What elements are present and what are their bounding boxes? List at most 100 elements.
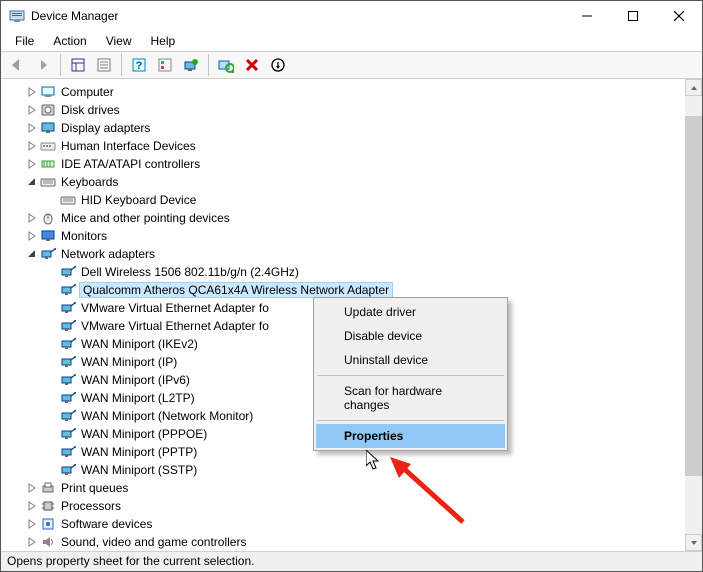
- tree-item[interactable]: Disk drives: [25, 101, 685, 119]
- expand-icon[interactable]: [25, 211, 39, 225]
- printer-icon: [40, 480, 56, 496]
- sound-icon: [40, 534, 56, 550]
- tree-item[interactable]: Computer: [25, 83, 685, 101]
- menu-separator: [317, 420, 504, 421]
- statusbar: Opens property sheet for the current sel…: [1, 551, 702, 571]
- tree-item-label: VMware Virtual Ethernet Adapter fo: [80, 301, 270, 315]
- expand-icon[interactable]: [25, 121, 39, 135]
- expand-icon[interactable]: [25, 139, 39, 153]
- tree-item[interactable]: IDE ATA/ATAPI controllers: [25, 155, 685, 173]
- tree-item-label: Network adapters: [60, 247, 156, 261]
- menu-help[interactable]: Help: [143, 32, 184, 50]
- tree-item[interactable]: Print queues: [25, 479, 685, 497]
- tree-item-label: Monitors: [60, 229, 108, 243]
- collapse-icon[interactable]: [25, 175, 39, 189]
- mouse-icon: [40, 210, 56, 226]
- soft-icon: [40, 516, 56, 532]
- scroll-thumb[interactable]: [685, 116, 702, 476]
- tree-item-label: Qualcomm Atheros QCA61x4A Wireless Netwo…: [79, 282, 393, 298]
- tree-item[interactable]: Processors: [25, 497, 685, 515]
- expand-icon[interactable]: [25, 481, 39, 495]
- expand-icon[interactable]: [25, 229, 39, 243]
- window-controls: [564, 1, 702, 31]
- collapse-icon[interactable]: [25, 247, 39, 261]
- tree-item-label: VMware Virtual Ethernet Adapter fo: [80, 319, 270, 333]
- tree-item-label: Dell Wireless 1506 802.11b/g/n (2.4GHz): [80, 265, 300, 279]
- tree-item-label: Display adapters: [60, 121, 151, 135]
- update-driver-button[interactable]: [179, 53, 203, 77]
- svg-text:?: ?: [136, 60, 143, 72]
- menu-separator: [317, 375, 504, 376]
- expand-icon[interactable]: [25, 535, 39, 549]
- tree-item-label: WAN Miniport (IP): [80, 355, 178, 369]
- context-menu-item[interactable]: Uninstall device: [316, 348, 505, 372]
- expand-icon[interactable]: [25, 103, 39, 117]
- tree-item[interactable]: Dell Wireless 1506 802.11b/g/n (2.4GHz): [45, 263, 685, 281]
- device-manager-window: Device Manager File Action View Help ? C…: [0, 0, 703, 572]
- net-icon: [60, 462, 76, 478]
- tree-item[interactable]: Network adapters: [25, 245, 685, 263]
- titlebar: Device Manager: [1, 1, 702, 31]
- properties-button[interactable]: [92, 53, 116, 77]
- expand-icon[interactable]: [25, 499, 39, 513]
- close-button[interactable]: [656, 1, 702, 31]
- help-button[interactable]: ?: [127, 53, 151, 77]
- tree-item[interactable]: Monitors: [25, 227, 685, 245]
- context-menu: Update driverDisable deviceUninstall dev…: [313, 297, 508, 451]
- net-icon: [60, 408, 76, 424]
- tree-item-label: WAN Miniport (Network Monitor): [80, 409, 254, 423]
- tree-item[interactable]: Human Interface Devices: [25, 137, 685, 155]
- disable-button[interactable]: [266, 53, 290, 77]
- net-icon: [60, 300, 76, 316]
- scroll-down-button[interactable]: [685, 534, 702, 551]
- maximize-button[interactable]: [610, 1, 656, 31]
- tree-item-label: Print queues: [60, 481, 129, 495]
- ide-icon: [40, 156, 56, 172]
- net-icon: [60, 444, 76, 460]
- keyboard-icon: [40, 174, 56, 190]
- tree-item[interactable]: Sound, video and game controllers: [25, 533, 685, 551]
- tree-item-label: HID Keyboard Device: [80, 193, 197, 207]
- expand-icon[interactable]: [25, 157, 39, 171]
- scroll-up-button[interactable]: [685, 79, 702, 96]
- computer-icon: [40, 84, 56, 100]
- show-hide-tree-button[interactable]: [66, 53, 90, 77]
- expand-icon[interactable]: [25, 517, 39, 531]
- context-menu-item[interactable]: Properties: [316, 424, 505, 448]
- hid-icon: [40, 138, 56, 154]
- action-button[interactable]: [153, 53, 177, 77]
- context-menu-item[interactable]: Disable device: [316, 324, 505, 348]
- menu-view[interactable]: View: [98, 32, 140, 50]
- menu-file[interactable]: File: [7, 32, 42, 50]
- scroll-track[interactable]: [685, 96, 702, 534]
- tree-item-label: Processors: [60, 499, 122, 513]
- net-icon: [60, 390, 76, 406]
- tree-item[interactable]: Display adapters: [25, 119, 685, 137]
- tree-item-label: Mice and other pointing devices: [60, 211, 231, 225]
- back-button[interactable]: [5, 53, 29, 77]
- tree-item[interactable]: WAN Miniport (SSTP): [45, 461, 685, 479]
- net-icon: [60, 264, 76, 280]
- net-icon: [60, 282, 76, 298]
- tree-item[interactable]: HID Keyboard Device: [45, 191, 685, 209]
- toolbar: ?: [1, 51, 702, 79]
- tree-item[interactable]: Mice and other pointing devices: [25, 209, 685, 227]
- menu-action[interactable]: Action: [45, 32, 94, 50]
- window-title: Device Manager: [31, 9, 564, 23]
- disk-icon: [40, 102, 56, 118]
- context-menu-item[interactable]: Update driver: [316, 300, 505, 324]
- tree-item-label: Disk drives: [60, 103, 121, 117]
- context-menu-item[interactable]: Scan for hardware changes: [316, 379, 505, 417]
- expand-icon[interactable]: [25, 85, 39, 99]
- minimize-button[interactable]: [564, 1, 610, 31]
- forward-button[interactable]: [31, 53, 55, 77]
- tree-item-label: WAN Miniport (IPv6): [80, 373, 191, 387]
- keyboard-icon: [60, 192, 76, 208]
- vertical-scrollbar[interactable]: [685, 79, 702, 551]
- tree-item-label: Sound, video and game controllers: [60, 535, 247, 549]
- tree-item[interactable]: Software devices: [25, 515, 685, 533]
- tree-item[interactable]: Keyboards: [25, 173, 685, 191]
- scan-hardware-button[interactable]: [214, 53, 238, 77]
- menubar: File Action View Help: [1, 31, 702, 51]
- uninstall-button[interactable]: [240, 53, 264, 77]
